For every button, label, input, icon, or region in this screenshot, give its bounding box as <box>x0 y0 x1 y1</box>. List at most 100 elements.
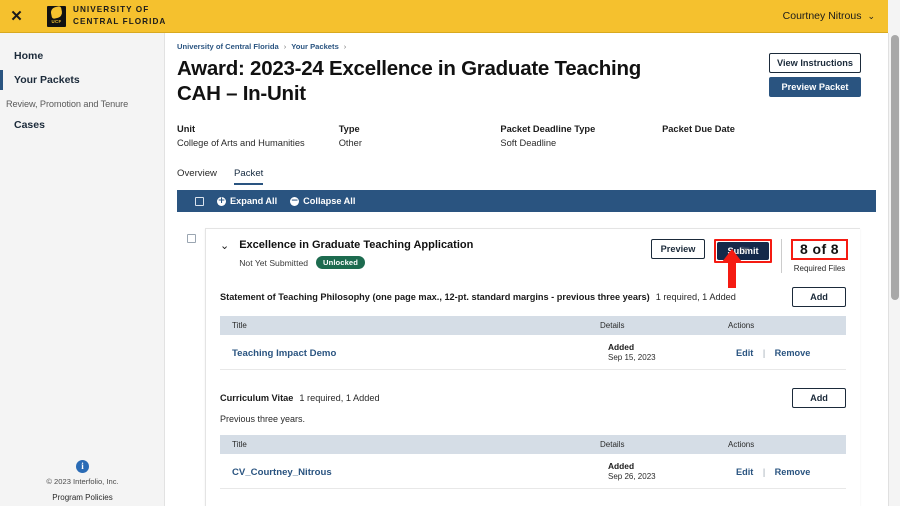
file-date: Sep 26, 2023 <box>608 472 656 481</box>
meta-value: Soft Deadline <box>500 138 557 148</box>
file-link[interactable]: Teaching Impact Demo <box>232 348 336 359</box>
table-row: CV_Courtney_Nitrous Added Sep 26, 2023 E… <box>220 454 846 489</box>
packet-toolbar: + Expand All − Collapse All <box>177 190 876 212</box>
ucf-logo-text: UNIVERSITY OF CENTRAL FLORIDA <box>73 4 166 27</box>
copyright-text: © 2023 Interfolio, Inc. <box>46 477 119 486</box>
column-header-actions: Actions <box>724 316 846 335</box>
status-badge: Unlocked <box>316 256 365 269</box>
remove-link[interactable]: Remove <box>775 467 811 477</box>
file-status: Added <box>608 342 635 352</box>
tab-overview[interactable]: Overview <box>177 168 217 185</box>
meta-unit: Unit College of Arts and Humanities <box>177 124 339 148</box>
packet-select-checkbox[interactable] <box>187 234 196 243</box>
table-header-row: Title Details Actions <box>220 316 846 335</box>
packet-status-text: Not Yet Submitted <box>239 257 309 268</box>
meta-label: Type <box>338 124 360 134</box>
column-header-details: Details <box>596 316 724 335</box>
packet-header-actions: Preview Submit ☞ 8 of 8 Required Files <box>651 239 848 273</box>
required-files-count: 8 of 8 <box>791 239 848 260</box>
plus-circle-icon: + <box>217 195 226 206</box>
ucf-logo[interactable]: UCF UNIVERSITY OF CENTRAL FLORIDA <box>47 4 166 27</box>
view-instructions-button[interactable]: View Instructions <box>769 53 861 73</box>
file-link[interactable]: CV_Courtney_Nitrous <box>232 467 332 478</box>
ucf-pegasus-icon: UCF <box>47 5 66 27</box>
sidebar-item-label: Your Packets <box>14 74 80 86</box>
add-button[interactable]: Add <box>792 287 846 307</box>
files-table: Title Details Actions Teaching Impact De… <box>220 316 846 370</box>
meta-value: College of Arts and Humanities <box>177 138 305 148</box>
file-title-cell: CV_Courtney_Nitrous <box>220 454 596 489</box>
file-title-cell: Teaching Impact Demo <box>220 335 596 370</box>
breadcrumb: University of Central Florida › Your Pac… <box>165 33 888 51</box>
minus-circle-icon: − <box>290 195 300 206</box>
meta-type: Type Other <box>339 124 501 148</box>
file-status: Added <box>608 461 635 471</box>
file-date: Sep 15, 2023 <box>608 353 656 362</box>
packet-card-area: ⌄ Excellence in Graduate Teaching Applic… <box>165 228 888 506</box>
requirement-title: Statement of Teaching Philosophy (one pa… <box>220 291 650 302</box>
action-separator: | <box>762 467 766 477</box>
requirement-count: 1 required, 1 Added <box>655 291 736 302</box>
scrollbar-track[interactable] <box>888 33 900 506</box>
sidebar-item-label: Home <box>14 50 44 62</box>
info-icon[interactable]: i <box>76 460 89 473</box>
action-separator: | <box>762 348 766 358</box>
breadcrumb-item-your-packets[interactable]: Your Packets <box>291 42 339 51</box>
edit-link[interactable]: Edit <box>736 348 753 358</box>
select-all-checkbox[interactable] <box>195 196 204 206</box>
tab-bar: Overview Packet <box>177 168 888 185</box>
breadcrumb-separator: › <box>283 42 287 51</box>
chevron-down-icon[interactable]: ⌄ <box>220 241 229 252</box>
add-button[interactable]: Add <box>792 388 846 408</box>
required-files-block: 8 of 8 Required Files <box>781 239 848 273</box>
requirement-section: Curriculum Vitae 1 required, 1 Added Add… <box>206 388 860 489</box>
tab-packet[interactable]: Packet <box>233 168 264 185</box>
table-header-row: Title Details Actions <box>220 435 846 454</box>
packet-status-row: Not Yet Submitted Unlocked <box>239 256 473 269</box>
page-action-buttons: View Instructions Preview Packet <box>769 53 861 97</box>
meta-due-date: Packet Due Date <box>662 124 817 148</box>
top-bar: ✕ UCF UNIVERSITY OF CENTRAL FLORIDA Cour… <box>0 0 888 33</box>
file-details-cell: Added Sep 26, 2023 <box>596 454 724 489</box>
expand-all-button[interactable]: + Expand All <box>217 196 277 206</box>
meta-label: Unit <box>177 124 196 134</box>
column-header-actions: Actions <box>724 435 846 454</box>
sidebar-item-label: Cases <box>14 119 45 131</box>
logo-line-2: CENTRAL FLORIDA <box>73 17 167 26</box>
collapse-all-button[interactable]: − Collapse All <box>290 196 355 206</box>
remove-link[interactable]: Remove <box>775 348 811 358</box>
sidebar-item-home[interactable]: Home <box>0 44 164 68</box>
meta-label: Packet Deadline Type <box>500 124 596 134</box>
logo-line-1: UNIVERSITY OF <box>73 5 150 15</box>
meta-deadline-type: Packet Deadline Type Soft Deadline <box>500 124 662 148</box>
close-icon[interactable]: ✕ <box>0 0 33 33</box>
program-policies-link[interactable]: Program Policies <box>0 493 165 502</box>
sidebar-item-cases[interactable]: Cases <box>0 113 164 137</box>
required-files-label: Required Files <box>793 264 846 273</box>
column-header-details: Details <box>596 435 724 454</box>
sidebar-section-label: Review, Promotion and Tenure <box>6 99 129 109</box>
requirement-count: 1 required, 1 Added <box>299 392 380 403</box>
preview-button[interactable]: Preview <box>651 239 706 259</box>
chevron-down-icon: ⌄ <box>867 10 875 21</box>
sidebar: Home Your Packets Review, Promotion and … <box>0 33 165 506</box>
preview-packet-button[interactable]: Preview Packet <box>769 77 861 97</box>
app-root: ✕ UCF UNIVERSITY OF CENTRAL FLORIDA Cour… <box>0 0 900 506</box>
meta-label: Packet Due Date <box>662 124 735 134</box>
sidebar-footer: i © 2023 Interfolio, Inc. Program Polici… <box>0 460 165 502</box>
column-header-title: Title <box>220 435 596 454</box>
column-header-title: Title <box>220 316 596 335</box>
packet-section-title: Excellence in Graduate Teaching Applicat… <box>239 239 474 251</box>
annotation-arrow-icon <box>722 249 742 288</box>
requirement-section: Statement of Teaching Philosophy (one pa… <box>206 287 860 370</box>
user-name: Courtney Nitrous <box>782 10 862 22</box>
files-table: Title Details Actions CV_Courtney_Nitrou… <box>220 435 846 489</box>
edit-link[interactable]: Edit <box>736 467 753 477</box>
scrollbar-thumb[interactable] <box>891 35 899 300</box>
user-menu[interactable]: Courtney Nitrous ⌄ <box>783 10 875 22</box>
table-row: Teaching Impact Demo Added Sep 15, 2023 … <box>220 335 846 370</box>
breadcrumb-item-institution[interactable]: University of Central Florida <box>177 42 279 51</box>
sidebar-item-your-packets[interactable]: Your Packets <box>0 68 164 92</box>
file-actions-cell: Edit | Remove <box>724 335 846 370</box>
expand-all-label: Expand All <box>230 196 278 206</box>
